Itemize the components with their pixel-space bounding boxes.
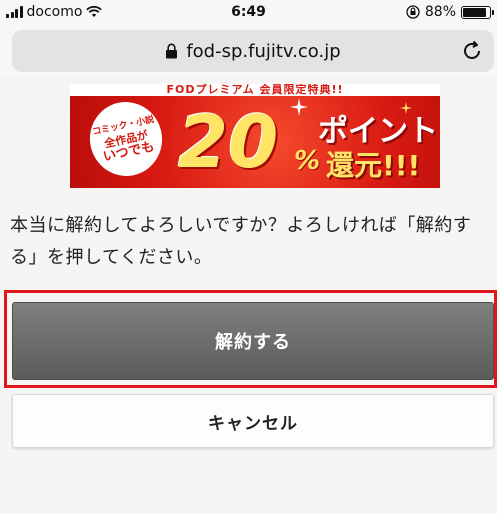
sparkle-icon xyxy=(290,98,308,116)
browser-toolbar: fod-sp.fujitv.co.jp xyxy=(0,26,497,76)
banner-percentage-number: 20 xyxy=(178,100,279,184)
cancel-button[interactable]: キャンセル xyxy=(12,394,494,448)
battery-percent: 88% xyxy=(424,4,456,20)
confirmation-message: 本当に解約してよろしいですか？よろしければ「解約する」を押してください。 xyxy=(10,215,472,268)
banner-badge: コミック・小説 全作品が いつでも xyxy=(83,95,169,183)
cancel-subscription-button[interactable]: 解約する xyxy=(12,302,494,380)
url-text: fod-sp.fujitv.co.jp xyxy=(186,40,341,62)
reload-icon[interactable] xyxy=(460,39,484,63)
status-bar: docomo 6:49 88% xyxy=(0,0,497,26)
battery-fill xyxy=(463,7,486,17)
orientation-lock-icon xyxy=(406,5,420,19)
sparkle-icon xyxy=(400,102,412,114)
banner-return-text: 還元!!! xyxy=(326,149,421,182)
banner-percent-sign: % xyxy=(294,146,321,176)
lock-icon xyxy=(166,43,178,59)
battery-icon xyxy=(461,5,494,19)
promo-banner[interactable]: FODプレミアム 会員限定特典!! コミック・小説 全作品が いつでも 20 %… xyxy=(70,84,440,188)
banner-top-strip: FODプレミアム 会員限定特典!! xyxy=(70,84,440,96)
address-bar[interactable]: fod-sp.fujitv.co.jp xyxy=(12,30,494,72)
status-right: 88% xyxy=(406,4,494,20)
address-display[interactable]: fod-sp.fujitv.co.jp xyxy=(12,30,494,72)
